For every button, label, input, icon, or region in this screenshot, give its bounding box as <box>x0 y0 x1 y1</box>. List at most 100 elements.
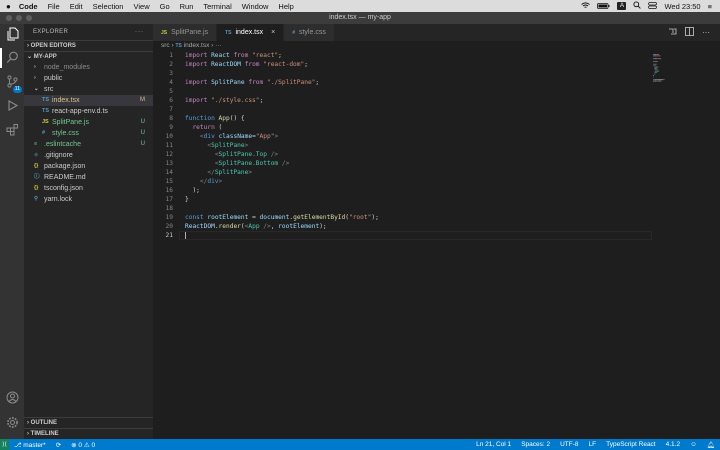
encoding[interactable]: UTF-8 <box>555 441 583 449</box>
file-item[interactable]: ◆ .gitignore <box>24 150 153 161</box>
minimap-token <box>654 70 659 72</box>
typescript-version[interactable]: 4.1.2 <box>661 441 685 449</box>
minimap-token <box>659 79 663 81</box>
git-status: U <box>140 141 145 147</box>
warning-icon: ⚠ <box>83 441 90 449</box>
line-number: 18 <box>165 205 173 212</box>
file-type-icon: ⚲ <box>34 196 39 202</box>
open-editors-section[interactable]: › OPEN EDITORS <box>24 40 153 51</box>
zoom-window-button[interactable] <box>26 15 32 21</box>
line-number: 17 <box>165 196 173 203</box>
minimap-token <box>653 58 655 60</box>
file-type-icon: {} <box>34 163 39 169</box>
breadcrumb-file[interactable]: index.tsx <box>184 42 210 49</box>
menu-code[interactable]: Code <box>19 2 38 11</box>
file-item[interactable]: {} package.json <box>24 161 153 172</box>
menu-help[interactable]: Help <box>278 2 293 11</box>
line-number: 12 <box>165 151 173 158</box>
indentation[interactable]: Spaces: 2 <box>516 441 555 449</box>
minimap-token <box>654 55 657 57</box>
branch-indicator[interactable]: ⎇ master* <box>9 441 51 449</box>
run-debug-icon[interactable] <box>4 99 20 115</box>
cursor-position[interactable]: Ln 21, Col 1 <box>471 441 516 449</box>
file-type-icon: TS <box>42 108 50 114</box>
input-source-icon[interactable]: A <box>617 2 627 10</box>
file-item[interactable]: # style.css U <box>24 128 153 139</box>
explorer-header: EXPLORER ··· <box>24 24 153 40</box>
file-item[interactable]: {} tsconfig.json <box>24 183 153 194</box>
menu-edit[interactable]: Edit <box>70 2 83 11</box>
menu-window[interactable]: Window <box>242 2 269 11</box>
extensions-icon[interactable] <box>4 123 20 139</box>
battery-icon[interactable] <box>597 2 610 11</box>
more-actions-icon[interactable]: ··· <box>135 24 144 40</box>
code-editor[interactable]: 1 import React from "react"; 2 import React… <box>153 51 720 439</box>
tab-style-css[interactable]: # style.css <box>284 24 335 41</box>
file-type-icon: # <box>42 130 46 136</box>
chevron-right-icon: › <box>27 43 29 49</box>
menu-view[interactable]: View <box>133 2 149 11</box>
ts-file-icon: TS <box>175 43 182 49</box>
split-editor-icon[interactable] <box>685 27 694 38</box>
account-icon[interactable] <box>4 391 20 407</box>
folder-item[interactable]: ⌄ src <box>24 84 153 95</box>
code-line: </div> <box>199 178 223 185</box>
menu-selection[interactable]: Selection <box>93 2 124 11</box>
file-item[interactable]: JS SplitPane.js U <box>24 117 153 128</box>
file-item[interactable]: ≡ .eslintcache U <box>24 139 153 150</box>
menu-terminal[interactable]: Terminal <box>203 2 231 11</box>
menu-file[interactable]: File <box>48 2 60 11</box>
file-item[interactable]: TS react-app-env.d.ts <box>24 106 153 117</box>
file-item[interactable]: TS index.tsx M <box>24 95 153 106</box>
current-line-highlight <box>179 230 652 240</box>
language-mode[interactable]: TypeScript React <box>601 441 661 449</box>
problems-indicator[interactable]: ⊗ 0 ⚠ 0 <box>66 441 100 449</box>
minimap-token <box>662 79 664 81</box>
feedback-icon[interactable]: ☺ <box>685 441 702 449</box>
settings-gear-icon[interactable] <box>4 416 20 432</box>
sync-icon[interactable]: ⟳ <box>51 441 66 449</box>
end-of-line[interactable]: LF <box>584 441 602 449</box>
file-name: .gitignore <box>44 152 73 159</box>
timeline-section[interactable]: › TIMELINE <box>24 428 153 439</box>
project-section[interactable]: ⌄ MY-APP <box>24 51 153 62</box>
search-icon[interactable] <box>633 1 642 11</box>
minimize-window-button[interactable] <box>16 15 22 21</box>
tab-splitpane-js[interactable]: JS SplitPane.js <box>153 24 218 41</box>
menu-go[interactable]: Go <box>160 2 170 11</box>
clock[interactable]: Wed 23:50 <box>664 2 700 11</box>
file-item[interactable]: ⓘ README.md <box>24 172 153 183</box>
file-item[interactable]: ⚲ yarn.lock <box>24 194 153 205</box>
minimap[interactable] <box>652 51 666 439</box>
control-center-icon[interactable] <box>648 1 658 11</box>
chevron-right-icon: › <box>27 420 29 426</box>
search-icon[interactable] <box>4 51 20 67</box>
code-line: <SplitPane> <box>207 142 249 149</box>
open-changes-icon[interactable] <box>668 27 677 38</box>
source-control-icon[interactable]: 11 <box>4 75 22 93</box>
close-window-button[interactable] <box>6 15 12 21</box>
line-number: 6 <box>169 97 173 104</box>
more-actions-icon[interactable]: ··· <box>702 28 710 37</box>
minimap-token <box>658 80 661 82</box>
notification-center-icon[interactable]: ≡ <box>708 2 712 11</box>
tab-index-tsx[interactable]: TS index.tsx × <box>217 24 285 41</box>
explorer-icon[interactable] <box>4 27 20 43</box>
remote-icon[interactable]: ⟩⟨ <box>0 439 9 450</box>
minimap-token <box>654 73 655 75</box>
close-icon[interactable]: × <box>271 29 275 36</box>
menu-run[interactable]: Run <box>180 2 194 11</box>
notifications-icon[interactable]: 🔔︎ <box>702 441 720 449</box>
text-cursor <box>185 232 186 239</box>
apple-icon[interactable]: ● <box>6 2 11 11</box>
breadcrumb-symbols[interactable]: ··· <box>215 42 222 49</box>
folder-item[interactable]: › public <box>24 73 153 84</box>
line-number: 21 <box>165 232 173 239</box>
breadcrumb-folder[interactable]: src <box>161 42 170 49</box>
file-name: yarn.lock <box>44 196 73 203</box>
outline-section[interactable]: › OUTLINE <box>24 417 153 428</box>
minimap-token <box>653 79 655 81</box>
folder-item[interactable]: › node_modules <box>24 62 153 73</box>
breadcrumb-separator: › <box>211 42 214 49</box>
wifi-icon[interactable] <box>581 1 591 11</box>
